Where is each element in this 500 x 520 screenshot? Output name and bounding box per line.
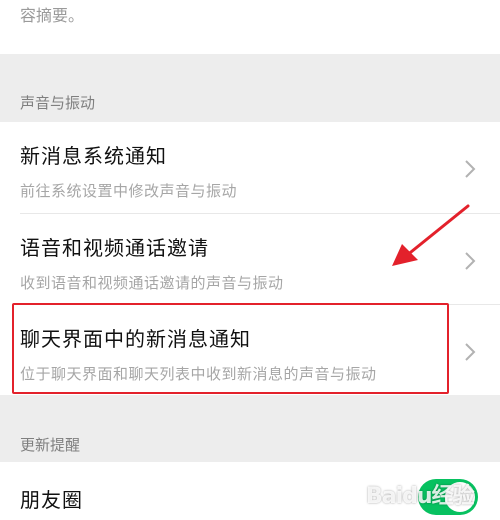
row-subtitle: 前往系统设置中修改声音与振动 bbox=[20, 182, 238, 200]
row-title: 语音和视频通话邀请 bbox=[20, 236, 209, 260]
red-arrow-annotation bbox=[392, 204, 470, 266]
top-partial-text: 容摘要。 bbox=[20, 6, 85, 25]
top-setting-card: 容摘要。 bbox=[0, 0, 500, 54]
section-header-sound: 声音与振动 bbox=[20, 94, 96, 112]
chevron-right-icon bbox=[465, 160, 476, 178]
row-title: 朋友圈 bbox=[20, 488, 83, 512]
chevron-right-icon bbox=[465, 343, 476, 361]
baidu-watermark: Baidu经验 bbox=[366, 484, 475, 509]
section-header-update-reminder: 更新提醒 bbox=[20, 436, 81, 454]
row-title: 新消息系统通知 bbox=[20, 144, 167, 168]
row-subtitle: 收到语音和视频通话邀请的声音与振动 bbox=[20, 274, 284, 292]
highlight-box-annotation bbox=[12, 303, 449, 394]
